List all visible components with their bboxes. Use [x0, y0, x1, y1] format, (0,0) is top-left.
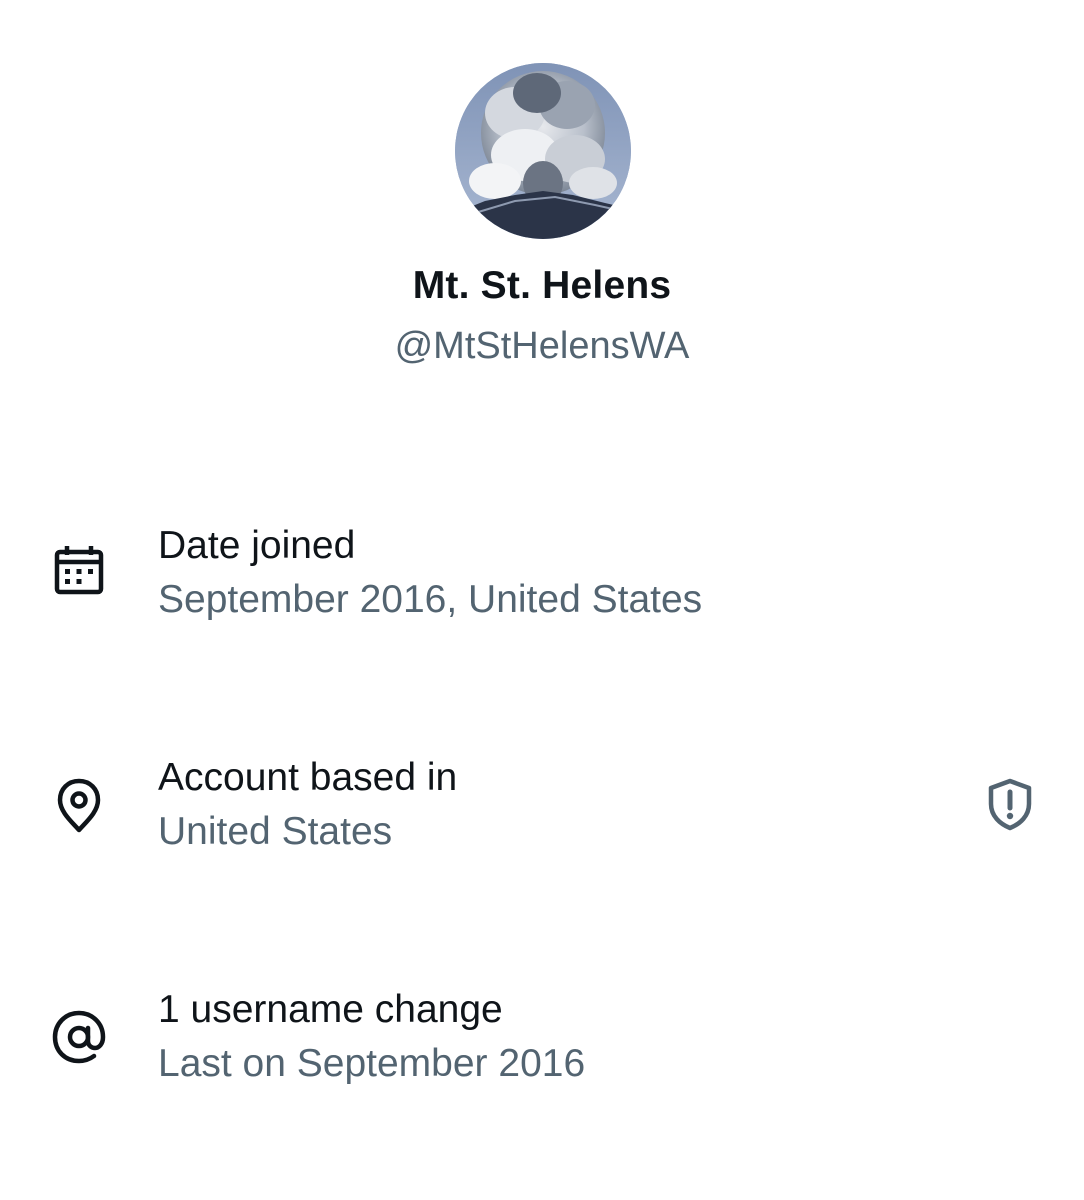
display-name: Mt. St. Helens — [412, 264, 672, 307]
account-based-in-label: Account based in — [158, 756, 458, 799]
shield-alert-icon[interactable] — [982, 776, 1038, 832]
username-change-label: 1 username change — [158, 988, 503, 1031]
volcano-eruption-image — [455, 63, 631, 239]
username-change-row: 1 username change Last on September 2016 — [0, 984, 1084, 1094]
account-based-in-value: United States — [158, 810, 393, 853]
calendar-icon — [50, 542, 108, 600]
username-handle: @MtStHelensWA — [394, 325, 690, 367]
account-based-in-row: Account based in United States — [0, 752, 1084, 862]
date-joined-row: Date joined September 2016, United State… — [0, 520, 1084, 630]
date-joined-label: Date joined — [158, 524, 356, 567]
at-sign-icon — [50, 1008, 108, 1066]
username-change-value: Last on September 2016 — [158, 1042, 586, 1085]
date-joined-value: September 2016, United States — [158, 578, 703, 621]
avatar[interactable] — [455, 63, 631, 239]
location-pin-icon — [50, 776, 108, 834]
